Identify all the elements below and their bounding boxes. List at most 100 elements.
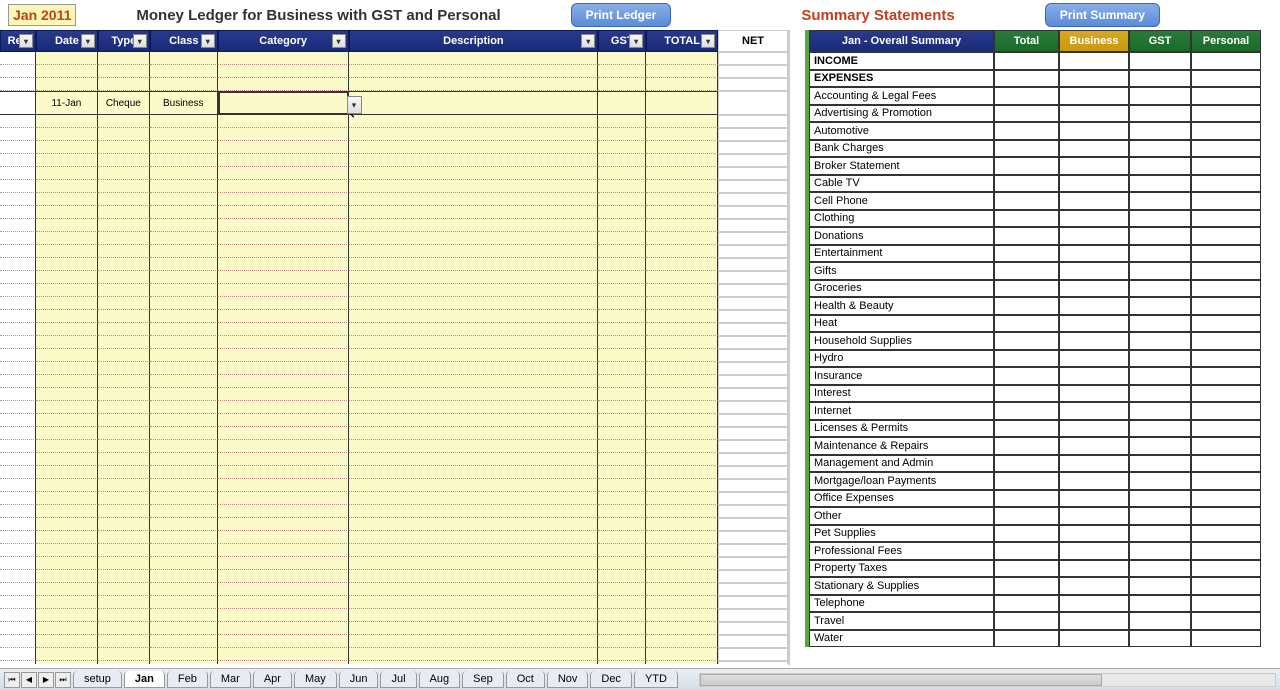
col-category[interactable]: Category — [218, 30, 349, 52]
ledger-cell[interactable] — [0, 271, 36, 284]
ledger-cell[interactable] — [598, 427, 646, 440]
ledger-cell[interactable] — [98, 479, 150, 492]
ledger-cell[interactable] — [36, 245, 98, 258]
ledger-row[interactable] — [0, 427, 788, 440]
ledger-cell[interactable] — [718, 78, 788, 91]
ledger-cell[interactable] — [718, 648, 788, 661]
ledger-cell[interactable] — [150, 297, 218, 310]
ledger-cell[interactable] — [646, 206, 718, 219]
ledger-cell[interactable] — [36, 570, 98, 583]
category-dropdown-icon[interactable] — [347, 96, 362, 114]
ledger-cell[interactable] — [349, 479, 599, 492]
ledger-cell[interactable] — [718, 492, 788, 505]
ledger-row[interactable] — [0, 310, 788, 323]
ledger-cell[interactable] — [349, 401, 599, 414]
ledger-cell[interactable] — [36, 167, 98, 180]
ledger-cell[interactable] — [598, 492, 646, 505]
ledger-cell[interactable] — [349, 115, 599, 128]
filter-dropdown-icon[interactable] — [201, 34, 215, 48]
ledger-cell[interactable] — [349, 128, 599, 141]
col-red[interactable]: Red — [0, 30, 36, 52]
ledger-cell[interactable] — [150, 492, 218, 505]
ledger-cell[interactable] — [36, 193, 98, 206]
ledger-cell[interactable] — [598, 349, 646, 362]
ledger-cell[interactable] — [150, 440, 218, 453]
ledger-cell[interactable] — [598, 466, 646, 479]
ledger-cell[interactable] — [598, 336, 646, 349]
ledger-cell[interactable] — [598, 570, 646, 583]
ledger-cell[interactable] — [36, 518, 98, 531]
ledger-cell[interactable] — [598, 128, 646, 141]
ledger-cell[interactable] — [598, 167, 646, 180]
ledger-cell[interactable] — [646, 440, 718, 453]
ledger-cell[interactable] — [0, 115, 36, 128]
ledger-cell[interactable] — [598, 531, 646, 544]
ledger-cell[interactable] — [150, 453, 218, 466]
ledger-cell[interactable] — [598, 635, 646, 648]
tab-nav-first-icon[interactable]: ⏮ — [4, 672, 20, 688]
ledger-cell[interactable] — [646, 336, 718, 349]
ledger-cell[interactable] — [36, 453, 98, 466]
ledger-row[interactable] — [0, 661, 788, 664]
ledger-cell[interactable] — [98, 648, 150, 661]
ledger-cell[interactable] — [218, 323, 349, 336]
sheet-tab-oct[interactable]: Oct — [506, 671, 545, 688]
ledger-cell[interactable] — [150, 622, 218, 635]
ledger-cell[interactable] — [98, 78, 150, 91]
ledger-cell[interactable] — [598, 258, 646, 271]
ledger-cell[interactable] — [218, 518, 349, 531]
ledger-cell[interactable] — [36, 297, 98, 310]
ledger-cell[interactable] — [718, 180, 788, 193]
ledger-cell[interactable] — [598, 323, 646, 336]
ledger-cell[interactable] — [0, 206, 36, 219]
ledger-cell[interactable] — [718, 362, 788, 375]
print-summary-button[interactable]: Print Summary — [1045, 3, 1160, 27]
ledger-cell[interactable] — [150, 323, 218, 336]
ledger-cell[interactable] — [646, 479, 718, 492]
ledger-cell[interactable] — [98, 661, 150, 664]
ledger-cell[interactable] — [0, 414, 36, 427]
ledger-cell[interactable] — [218, 65, 349, 78]
ledger-cell[interactable] — [98, 310, 150, 323]
ledger-cell[interactable] — [36, 310, 98, 323]
ledger-cell[interactable] — [349, 141, 599, 154]
ledger-cell[interactable] — [0, 492, 36, 505]
ledger-cell[interactable] — [646, 258, 718, 271]
ledger-cell[interactable] — [218, 596, 349, 609]
ledger-cell[interactable] — [646, 583, 718, 596]
ledger-cell[interactable] — [98, 531, 150, 544]
ledger-cell[interactable] — [718, 219, 788, 232]
ledger-cell[interactable] — [150, 115, 218, 128]
ledger-cell[interactable] — [718, 401, 788, 414]
ledger-cell[interactable] — [36, 206, 98, 219]
ledger-cell[interactable] — [150, 245, 218, 258]
ledger-cell[interactable] — [36, 180, 98, 193]
col-type[interactable]: Type — [98, 30, 150, 52]
ledger-cell[interactable] — [718, 427, 788, 440]
ledger-cell[interactable] — [0, 531, 36, 544]
ledger-cell[interactable] — [349, 648, 599, 661]
ledger-cell[interactable] — [36, 492, 98, 505]
ledger-cell[interactable] — [98, 453, 150, 466]
ledger-row[interactable] — [0, 414, 788, 427]
ledger-cell[interactable] — [349, 414, 599, 427]
ledger-cell[interactable] — [349, 388, 599, 401]
ledger-cell[interactable] — [646, 141, 718, 154]
ledger-cell[interactable] — [646, 518, 718, 531]
ledger-cell[interactable] — [98, 154, 150, 167]
ledger-cell[interactable] — [150, 193, 218, 206]
ledger-cell[interactable] — [218, 245, 349, 258]
ledger-cell[interactable] — [218, 492, 349, 505]
print-ledger-button[interactable]: Print Ledger — [571, 3, 672, 27]
ledger-cell[interactable] — [646, 219, 718, 232]
ledger-cell[interactable] — [349, 375, 599, 388]
ledger-cell[interactable] — [646, 297, 718, 310]
ledger-cell[interactable] — [718, 141, 788, 154]
ledger-row[interactable] — [0, 78, 788, 91]
ledger-cell[interactable] — [36, 401, 98, 414]
ledger-cell[interactable] — [598, 219, 646, 232]
ledger-cell[interactable] — [349, 531, 599, 544]
col-description[interactable]: Description — [349, 30, 599, 52]
ledger-row[interactable] — [0, 518, 788, 531]
ledger-cell[interactable] — [598, 609, 646, 622]
